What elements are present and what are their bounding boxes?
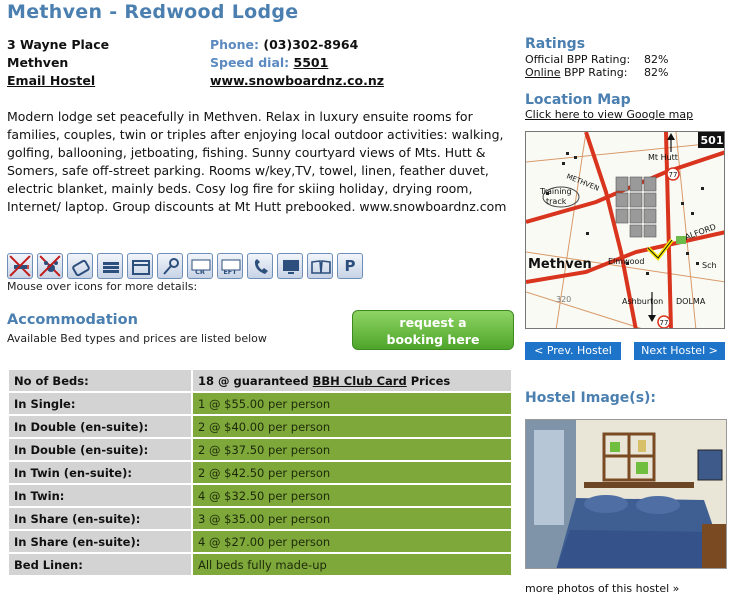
book-exchange-icon[interactable] [307, 253, 333, 279]
map-label-route77-top: 77 [669, 171, 678, 179]
row-key: In Twin (en-suite): [9, 462, 191, 483]
online-rating-label: BPP Rating: [560, 66, 628, 79]
accommodation-heading: Accommodation [7, 312, 138, 328]
request-booking-button[interactable]: request a booking here [352, 310, 514, 350]
online-rating-link[interactable]: Online [525, 66, 560, 79]
parking-label: P [344, 257, 356, 275]
table-header-row: No of Beds: 18 @ guaranteed BBH Club Car… [9, 370, 511, 391]
map-label-sch: Sch [702, 261, 717, 270]
phone-label: Phone: [210, 37, 260, 52]
row-key: In Share (en-suite): [9, 508, 191, 529]
online-rating-value: 82% [644, 66, 669, 79]
hostel-images-heading: Hostel Image(s): [525, 390, 657, 406]
map-label-dolma: DOLMA [676, 297, 706, 306]
row-value: 2 @ $37.50 per person [193, 439, 511, 460]
beds-count-label: No of Beds: [9, 370, 191, 391]
tv-icon[interactable] [277, 253, 303, 279]
request-line2: booking here [386, 332, 480, 347]
phone-number: (03)302-8964 [263, 37, 359, 52]
next-hostel-button[interactable]: Next Hostel > [634, 342, 725, 360]
row-value: 2 @ $42.50 per person [193, 462, 511, 483]
no-pets-icon[interactable] [37, 253, 63, 279]
row-value: All beds fully made-up [193, 554, 511, 575]
address-block: 3 Wayne Place Methven Email Hostel [7, 36, 109, 90]
eftpos-icon[interactable]: EFT [217, 253, 243, 279]
map-label-elmwood: Elmwood [608, 257, 644, 266]
location-heading: Location Map [525, 92, 631, 108]
hostel-photo[interactable] [525, 419, 727, 569]
row-value: 4 @ $27.00 per person [193, 531, 511, 552]
google-map-link[interactable]: Click here to view Google map [525, 108, 693, 121]
map-label-town: Methven [528, 257, 592, 272]
table-row: In Double (en-suite): 2 @ $40.00 per pers… [9, 416, 511, 437]
row-key: Bed Linen: [9, 554, 191, 575]
website-link[interactable]: www.snowboardnz.co.nz [210, 73, 384, 88]
row-key: In Double (en-suite): [9, 416, 191, 437]
eftpos-label: EFT [223, 268, 237, 276]
table-row: In Twin (en-suite): 2 @ $42.50 per person [9, 462, 511, 483]
beds-count-value: 18 @ guaranteed BBH Club Card Prices [193, 370, 511, 391]
map-label-track: track [546, 197, 567, 206]
map-graphic: 501 77 77 320 Mt Hutt METHVEN Training t… [526, 132, 724, 328]
official-rating: Official BPP Rating: 82% [525, 53, 668, 66]
row-value: 4 @ $32.50 per person [193, 485, 511, 506]
table-row: In Twin: 4 @ $32.50 per person [9, 485, 511, 506]
parking-icon[interactable]: P [337, 253, 363, 279]
credit-card-label: CR [195, 268, 205, 276]
location-map[interactable]: 501 77 77 320 Mt Hutt METHVEN Training t… [525, 131, 725, 329]
map-label-mthutt: Mt Hutt [648, 153, 678, 162]
address-line1: 3 Wayne Place [7, 37, 110, 52]
official-rating-label: Official BPP Rating: [525, 53, 631, 66]
key-icon[interactable] [157, 253, 183, 279]
table-row: In Share (en-suite): 4 @ $27.00 per perso… [9, 531, 511, 552]
bbh-club-card-link[interactable]: BBH Club Card [313, 374, 407, 388]
table-row: In Single: 1 @ $55.00 per person [9, 393, 511, 414]
beds-count-text: 18 @ guaranteed [198, 373, 313, 388]
hostel-description: Modern lodge set peacefully in Methven. … [7, 109, 507, 214]
map-label-training: Training [539, 187, 572, 196]
bedroom-photo-graphic [526, 420, 726, 568]
row-key: In Single: [9, 393, 191, 414]
map-label-ashburton: Ashburton [622, 297, 663, 306]
icons-hint: Mouse over icons for more details: [7, 280, 198, 293]
row-value: 1 @ $55.00 per person [193, 393, 511, 414]
official-rating-value: 82% [644, 53, 669, 66]
request-line1: request a [399, 315, 467, 330]
ratings-heading: Ratings [525, 36, 586, 52]
phone-icon[interactable] [247, 253, 273, 279]
table-row: In Double (en-suite): 2 @ $37.50 per pers… [9, 439, 511, 460]
row-key: In Double (en-suite): [9, 439, 191, 460]
contact-block: Phone: (03)302-8964 Speed dial: 5501 www… [210, 36, 384, 90]
speed-dial-number[interactable]: 5501 [294, 55, 329, 70]
facility-icons: CR EFT P [7, 253, 363, 279]
beds-count-suffix: Prices [406, 373, 451, 388]
credit-card-icon[interactable]: CR [187, 253, 213, 279]
address-line2: Methven [7, 55, 69, 70]
prev-hostel-button[interactable]: < Prev. Hostel [525, 342, 621, 360]
page-title: Methven - Redwood Lodge [7, 1, 299, 23]
accommodation-subtitle: Available Bed types and prices are liste… [7, 332, 267, 345]
email-hostel-link[interactable]: Email Hostel [7, 73, 95, 88]
luggage-storage-icon[interactable] [67, 253, 93, 279]
table-row: In Share (en-suite): 3 @ $35.00 per perso… [9, 508, 511, 529]
linen-icon[interactable] [97, 253, 123, 279]
no-smoking-icon[interactable] [7, 253, 33, 279]
row-key: In Twin: [9, 485, 191, 506]
map-label-320: 320 [556, 295, 571, 304]
row-value: 2 @ $40.00 per person [193, 416, 511, 437]
speed-dial-label: Speed dial: [210, 55, 290, 70]
table-row: Bed Linen: All beds fully made-up [9, 554, 511, 575]
online-rating: Online BPP Rating: 82% [525, 66, 668, 79]
map-label-route77-bottom: 77 [660, 319, 669, 327]
row-value: 3 @ $35.00 per person [193, 508, 511, 529]
more-photos-link[interactable]: more photos of this hostel » [525, 582, 679, 595]
bed-prices-table: No of Beds: 18 @ guaranteed BBH Club Car… [7, 368, 513, 577]
kitchen-icon[interactable] [127, 253, 153, 279]
map-label-501: 501 [701, 134, 724, 147]
row-key: In Share (en-suite): [9, 531, 191, 552]
